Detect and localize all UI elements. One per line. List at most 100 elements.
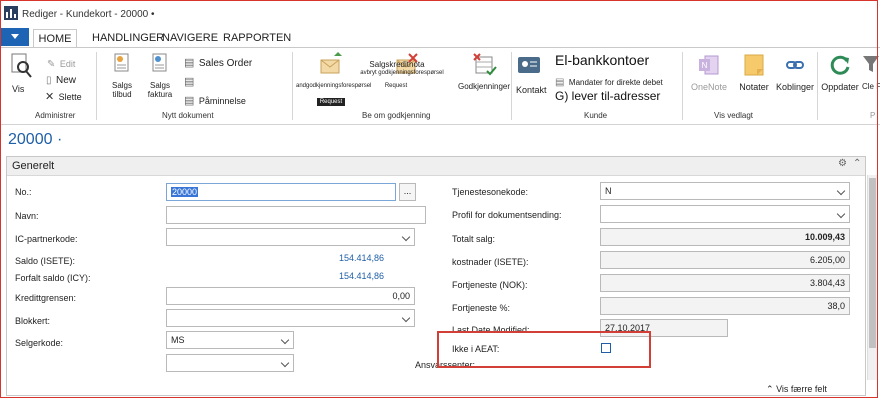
total-sales-value[interactable]: 10.009,43 [600, 228, 850, 246]
no-field[interactable]: 20000 [166, 183, 396, 201]
clear-filter-label: Cle Filt [862, 82, 880, 91]
cancel-approval-label-2: avbryt godkjenningsforespørsel [360, 70, 444, 76]
view-button[interactable]: Vis [10, 53, 32, 94]
balance-due-value[interactable]: 154.414,86 [300, 271, 384, 281]
profit-pct-value[interactable]: 38,0 [600, 297, 850, 315]
bank-accounts-link[interactable]: El-bankkontoer [555, 52, 649, 68]
chevron-up-icon: ⌃ [766, 384, 774, 394]
sales-order-icon: ▤ [184, 57, 195, 69]
total-sales-label: Totalt salg: [452, 234, 496, 244]
sales-quote-icon [114, 53, 129, 72]
onenote-icon: N [699, 55, 719, 75]
name-label: Navn: [15, 211, 39, 221]
reminder-button[interactable]: ▤ Påminnelse [184, 91, 246, 109]
chevron-up-icon[interactable]: ⌃ [853, 158, 861, 169]
group-label-be-om-godkjenning: Be om godkjenning [362, 111, 431, 120]
sales-order-label: Sales Order [198, 58, 253, 69]
reminder-icon: ▤ [184, 95, 195, 107]
salesperson-label: Selgerkode: [15, 338, 64, 348]
contact-button[interactable] [517, 54, 541, 81]
service-zone-select[interactable]: N [600, 182, 850, 200]
fasttab-header[interactable] [7, 157, 865, 176]
scrollbar-thumb[interactable] [869, 178, 876, 348]
group-label-partial: P [870, 111, 876, 120]
responsibility-select[interactable] [166, 354, 294, 372]
costs-value[interactable]: 6.205,00 [600, 251, 850, 269]
ic-partner-label: IC-partnerkode: [15, 234, 78, 244]
group-divider [817, 52, 818, 120]
document-icon: ▤ [555, 77, 565, 88]
sales-invoice-label: Salgs faktura [147, 81, 173, 99]
mandates-button[interactable]: ▤ Mandater for direkte debet [555, 72, 663, 90]
group-divider [511, 52, 512, 120]
group-divider [292, 52, 293, 120]
sales-invoice-button[interactable]: Salgs faktura [143, 52, 177, 99]
refresh-label: Oppdater [821, 82, 859, 92]
tab-rapporten[interactable]: RAPPORTEN [223, 32, 291, 44]
pencil-icon: ✎ [47, 59, 56, 70]
no-label: No.: [15, 187, 32, 197]
links-button[interactable]: Koblinger [774, 53, 816, 92]
tab-handlinger[interactable]: HANDLINGER [92, 32, 164, 44]
doc-profile-select[interactable] [600, 205, 850, 223]
doc-profile-label: Profil for dokumentsending: [452, 210, 562, 220]
view-icon [11, 53, 32, 78]
service-zone-label: Tjenestesonekode: [452, 187, 529, 197]
profit-label: Fortjeneste (NOK): [452, 280, 528, 290]
profit-value[interactable]: 3.804,43 [600, 274, 850, 292]
app-icon [4, 6, 18, 20]
settings-icon[interactable]: ⚙ [838, 158, 847, 169]
balance-label: Saldo (ISETE): [15, 256, 76, 266]
new-document-icon: ▯ [46, 75, 52, 86]
balance-due-label: Forfalt saldo (ICY): [15, 273, 91, 283]
link-icon [786, 61, 804, 69]
show-fewer-fields-link[interactable]: ⌃ Vis færre felt [766, 384, 827, 395]
blocked-label: Blokkert: [15, 316, 51, 326]
credit-memo-button[interactable]: ▤ [184, 72, 194, 90]
ic-partner-select[interactable] [166, 228, 415, 246]
fasttab-title: Generelt [12, 160, 55, 172]
send-approval-sub: Request [316, 98, 346, 106]
group-label-nytt-dokument: Nytt dokument [162, 111, 214, 120]
credit-limit-field[interactable]: 0,00 [166, 287, 415, 305]
sales-quote-button[interactable]: Salgs tilbud [107, 52, 137, 99]
filter-icon [863, 56, 879, 72]
costs-label: kostnader (ISETE): [452, 257, 529, 267]
page-title: 20000 · [8, 131, 63, 148]
approvals-button[interactable]: Godkjenninger [455, 53, 513, 92]
document-icon: ▤ [184, 76, 195, 88]
sales-order-button[interactable]: ▤ Sales Order [184, 53, 252, 71]
group-label-vis-vedlagt: Vis vedlagt [714, 111, 753, 120]
onenote-button[interactable]: N OneNote [688, 53, 730, 92]
blocked-select[interactable] [166, 309, 415, 327]
profit-pct-label: Fortjeneste %: [452, 303, 511, 313]
contact-icon [518, 57, 540, 73]
cancel-approval-request-button[interactable]: Salgskreditnota avbryt godkjenningsfores… [352, 52, 462, 89]
clear-filter-button[interactable]: Cle Filt [862, 53, 880, 92]
mandates-label: Mandater for direkte debet [568, 78, 663, 87]
refresh-icon [830, 55, 850, 75]
notes-icon [744, 54, 764, 76]
cancel-approval-label: Salgskreditnota [369, 60, 425, 69]
new-button[interactable]: ▯ New [46, 70, 76, 88]
delete-button[interactable]: ✕ Slette [45, 87, 82, 105]
tab-home[interactable]: HOME [33, 29, 77, 49]
reminder-label: Påminnelse [198, 96, 246, 106]
not-in-aeat-checkbox[interactable] [601, 343, 611, 353]
ship-to-addresses-link[interactable]: G) lever til-adresser [555, 89, 660, 103]
notes-label: Notater [739, 82, 769, 92]
file-menu-button[interactable] [0, 28, 29, 46]
balance-value[interactable]: 154.414,86 [300, 253, 384, 263]
onenote-label: OneNote [690, 82, 728, 92]
notes-button[interactable]: Notater [734, 53, 774, 92]
links-label: Koblinger [775, 82, 815, 92]
sales-quote-label: Salgs tilbud [111, 81, 132, 99]
no-value: 20000 [171, 187, 199, 197]
refresh-button[interactable]: Oppdater [820, 53, 860, 92]
name-field[interactable] [166, 206, 426, 224]
tab-navigere[interactable]: NAVIGERE [162, 32, 218, 44]
sales-invoice-icon [152, 53, 167, 72]
svg-text:N: N [702, 61, 708, 70]
salesperson-select[interactable]: MS [166, 331, 294, 349]
no-assist-button[interactable]: ... [399, 183, 416, 201]
